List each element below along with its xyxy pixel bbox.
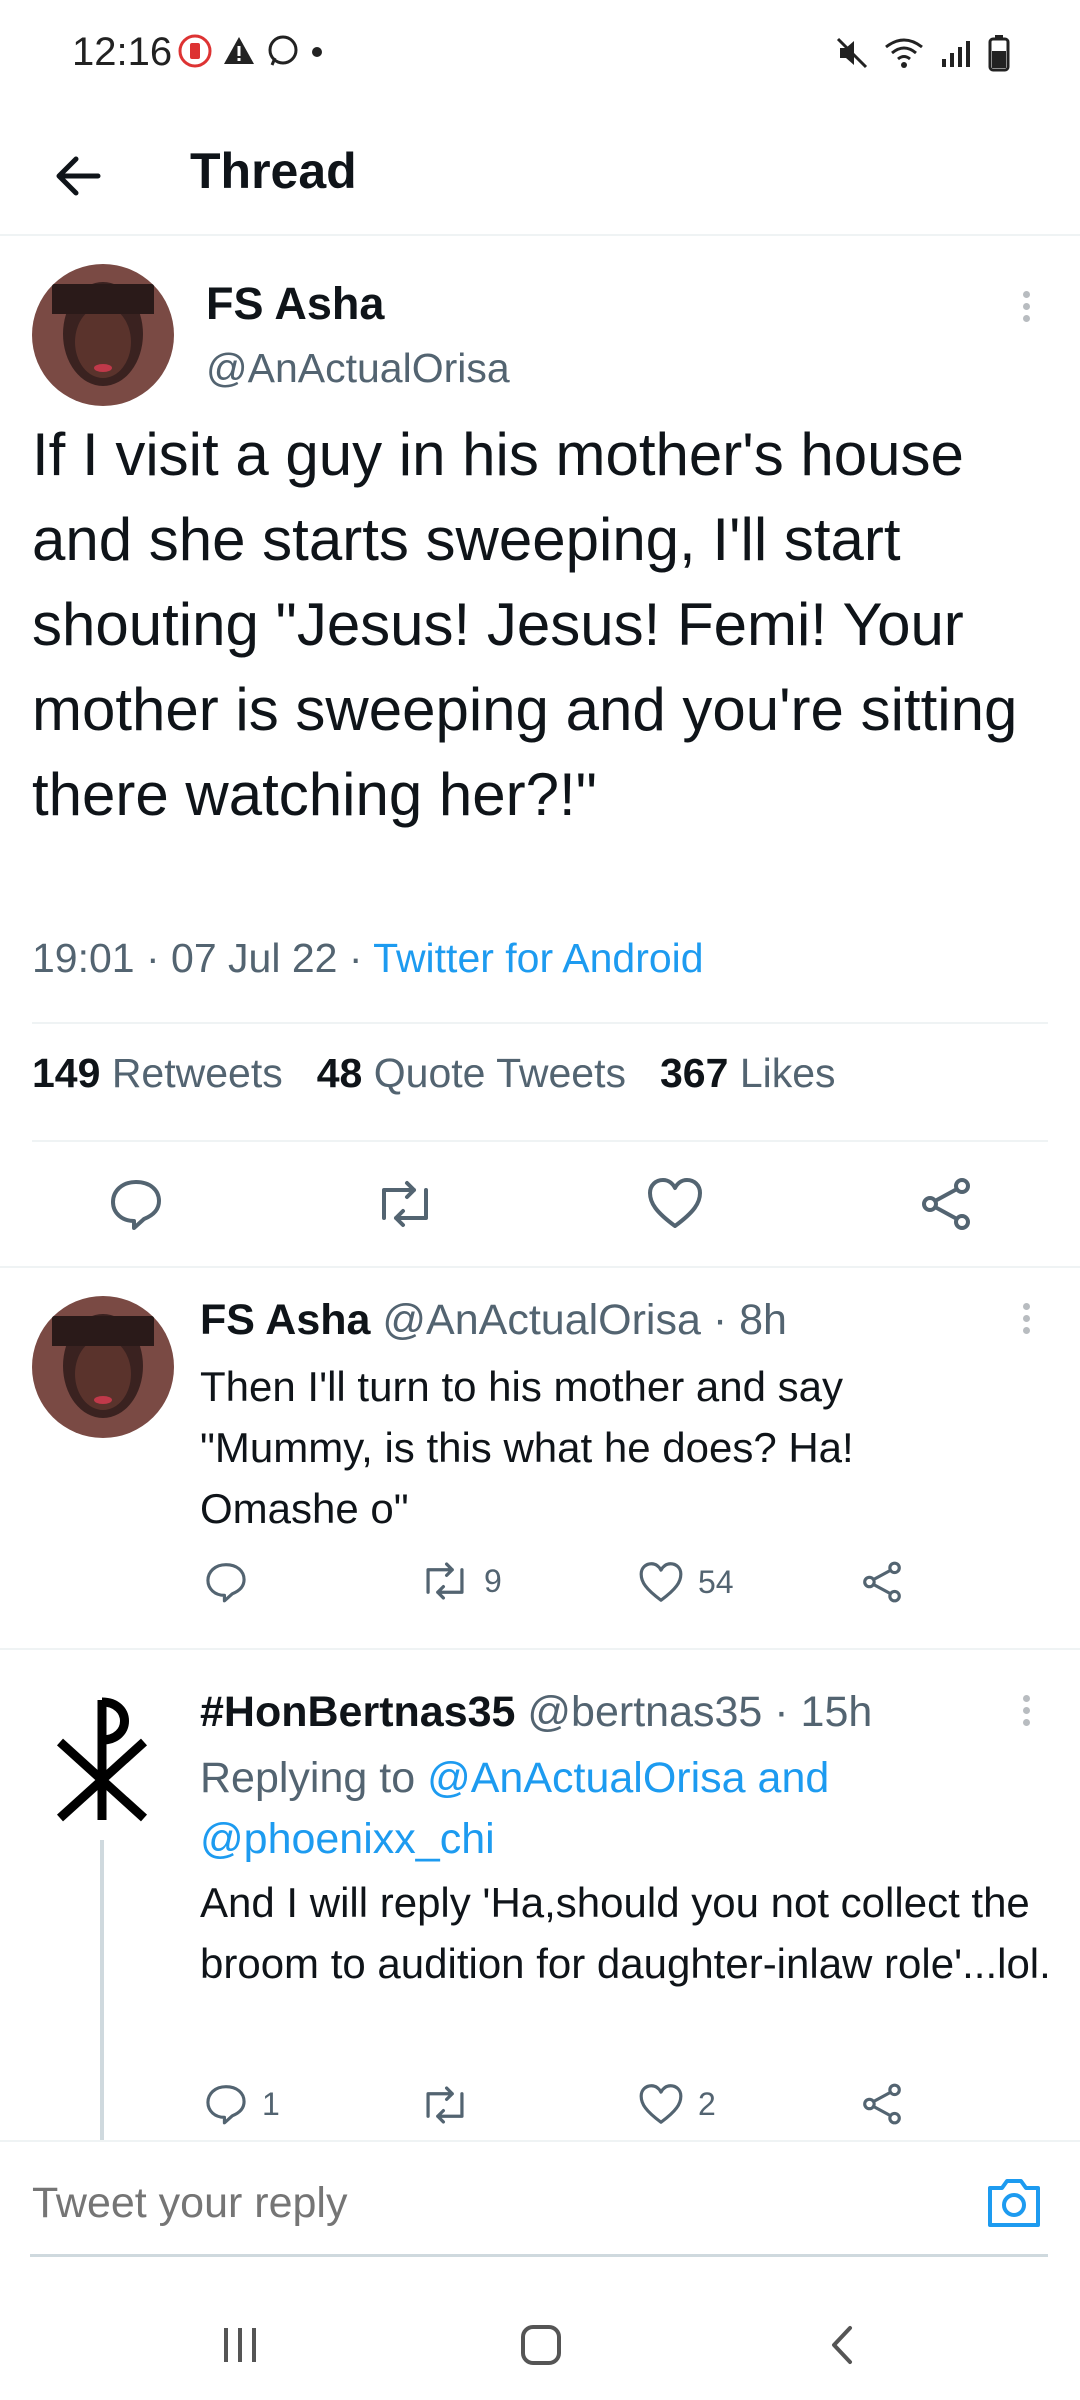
tweet-text: Then I'll turn to his mother and say "Mu… (200, 1363, 854, 1532)
share-icon[interactable] (918, 1176, 974, 1232)
likes-stat[interactable]: 367 Likes (660, 1050, 836, 1097)
tweet-text: And I will reply 'Ha,should you not coll… (200, 1879, 1051, 1987)
back-arrow-icon[interactable] (48, 146, 108, 206)
app-notification-icon (178, 34, 212, 68)
retweet-icon[interactable] (374, 1178, 436, 1230)
like-heart-icon[interactable] (646, 1176, 704, 1230)
page-title: Thread (190, 143, 357, 199)
reply-composer (0, 2140, 1080, 2262)
status-time: 12:16 (72, 30, 173, 74)
author-name[interactable]: #HonBertnas35 (200, 1688, 515, 1736)
dot-icon (312, 47, 322, 57)
tweet-source-link[interactable]: Twitter for Android (373, 935, 703, 981)
like-heart-icon[interactable] (638, 1560, 684, 1604)
replying-to: Replying to @AnActualOrisa and @phoenixx… (200, 1754, 830, 1863)
author-name[interactable]: FS Asha (200, 1296, 370, 1344)
like-count: 54 (698, 1563, 734, 1600)
reply-icon[interactable] (108, 1176, 164, 1232)
retweet-icon[interactable] (420, 1560, 470, 1602)
author-handle[interactable]: @AnActualOrisa (206, 345, 510, 392)
home-icon[interactable] (518, 2322, 564, 2368)
retweets-stat[interactable]: 149 Retweets (32, 1050, 283, 1097)
tweet-meta: 19:01 · 07 Jul 22 · Twitter for Android (32, 935, 704, 981)
share-icon[interactable] (860, 2082, 904, 2126)
avatar-chi-rho-icon[interactable] (42, 1690, 162, 1830)
battery-icon (988, 35, 1010, 72)
reply-count: 1 (262, 2085, 280, 2122)
tweet-age: 15h (800, 1688, 873, 1736)
mute-icon (836, 37, 868, 69)
author-name[interactable]: FS Asha (206, 278, 384, 330)
tweet-time: 19:01 (32, 935, 135, 981)
reply-header: #HonBertnas35 @bertnas35 · 15h (200, 1688, 873, 1736)
whatsapp-icon (268, 35, 298, 66)
reply-header: FS Asha @AnActualOrisa · 8h (200, 1296, 787, 1344)
like-count: 2 (698, 2085, 716, 2122)
reply-icon[interactable] (204, 2082, 248, 2126)
retweet-icon[interactable] (420, 2084, 470, 2126)
recent-apps-icon[interactable] (218, 2322, 264, 2368)
divider (32, 1022, 1048, 1024)
tweet-stats: 149 Retweets 48 Quote Tweets 367 Likes (32, 1050, 836, 1097)
quote-tweets-stat[interactable]: 48 Quote Tweets (317, 1050, 626, 1097)
retweet-count: 9 (484, 1562, 502, 1599)
reply-action[interactable]: 1 (204, 2082, 280, 2126)
tweet-age: 8h (739, 1296, 787, 1344)
top-app-bar: Thread (0, 120, 1080, 236)
status-bar: 12:16 (0, 0, 1080, 120)
divider (0, 1648, 1080, 1650)
divider (32, 1140, 1048, 1142)
retweet-action[interactable]: 9 (420, 1560, 502, 1602)
avatar[interactable] (32, 264, 174, 406)
like-action[interactable]: 2 (638, 2082, 716, 2126)
share-icon[interactable] (860, 1560, 904, 1604)
avatar[interactable] (32, 1296, 174, 1438)
mention-link[interactable]: @phoenixx_chi (200, 1815, 495, 1863)
nav-back-icon[interactable] (820, 2322, 866, 2368)
signal-icon (942, 41, 970, 67)
more-options-icon[interactable] (1016, 1298, 1036, 1342)
like-heart-icon[interactable] (638, 2082, 684, 2126)
tweet-text: If I visit a guy in his mother's house a… (32, 421, 1018, 828)
like-action[interactable]: 54 (638, 1560, 734, 1604)
author-handle[interactable]: @bertnas35 (527, 1688, 762, 1736)
wifi-icon (885, 38, 923, 68)
composer-underline (30, 2254, 1048, 2257)
mention-link[interactable]: @AnActualOrisa (427, 1754, 746, 1802)
tweet-reply-input[interactable] (30, 2172, 954, 2234)
reply-icon[interactable] (204, 1560, 248, 1604)
author-handle[interactable]: @AnActualOrisa (382, 1296, 701, 1344)
camera-icon[interactable] (984, 2176, 1044, 2230)
system-navigation-bar (0, 2300, 1080, 2400)
more-options-icon[interactable] (1016, 286, 1036, 330)
more-options-icon[interactable] (1016, 1690, 1036, 1734)
divider (0, 1266, 1080, 1268)
tweet-date: 07 Jul 22 (171, 935, 338, 981)
warning-icon (224, 37, 254, 64)
thread-line (100, 1840, 104, 2140)
